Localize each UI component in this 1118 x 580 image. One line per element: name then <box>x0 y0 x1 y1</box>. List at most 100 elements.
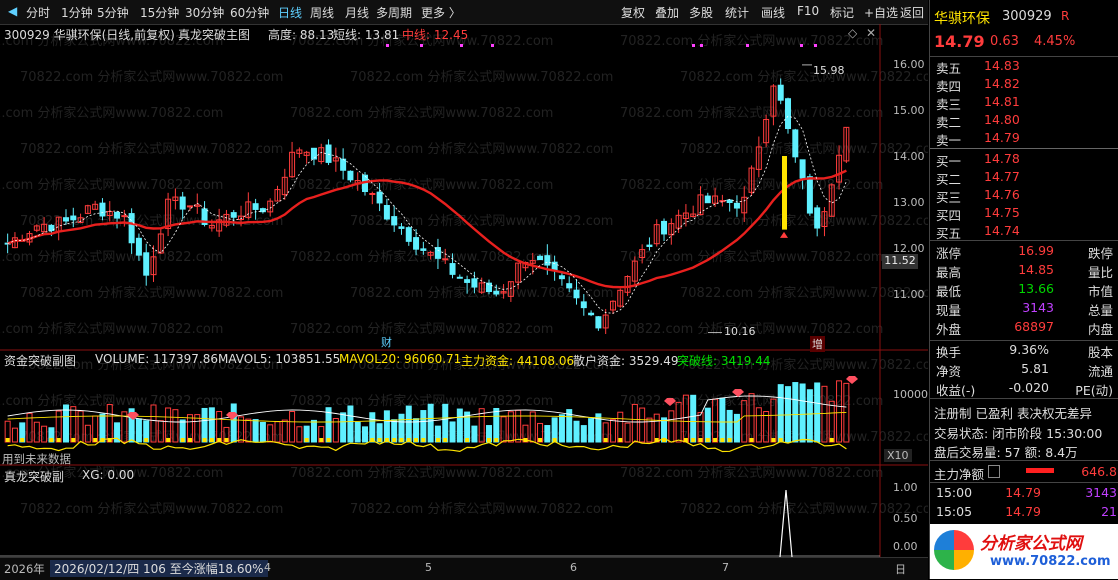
volume-bar <box>420 410 427 443</box>
collapse-arrow-icon[interactable]: ◀ <box>8 4 17 18</box>
toolbar-button-5[interactable]: F10 <box>797 4 819 18</box>
candle-down <box>799 159 806 179</box>
volume-bar <box>777 384 784 443</box>
candle-down <box>646 244 653 247</box>
stock-tags: 注册制 已盈利 表决权无差异 <box>934 406 1092 421</box>
candle-down <box>340 158 347 171</box>
volume-bar <box>792 382 799 443</box>
candle-down <box>493 290 500 295</box>
stat2-value: 5.81 <box>1021 361 1049 376</box>
period-tab-4[interactable]: 30分钟 <box>185 4 224 21</box>
sub1-indicator-name[interactable]: 资金突破副图 <box>4 352 76 369</box>
toolbar-button-2[interactable]: 多股 <box>689 4 713 21</box>
period-tab-5[interactable]: 60分钟 <box>230 4 269 21</box>
sell-level-3[interactable]: 卖三 14.81 <box>930 94 1118 112</box>
volume-bar <box>836 380 843 443</box>
period-tab-8[interactable]: 月线 <box>345 4 369 21</box>
period-indicator[interactable]: 日 <box>895 561 906 577</box>
sub2-indicator-name[interactable]: 真龙突破副 <box>4 468 64 485</box>
buy-level-3[interactable]: 买三 14.76 <box>930 187 1118 205</box>
main-fund-value: 主力资金: 44108.06 <box>461 354 575 368</box>
sell-level-5[interactable]: 卖五 14.83 <box>930 58 1118 76</box>
candle-down <box>456 276 463 279</box>
toolbar-button-4[interactable]: 画线 <box>761 4 785 21</box>
main-fund-bar <box>603 438 608 442</box>
period-tab-6[interactable]: 日线 <box>278 4 302 21</box>
sell-level-2[interactable]: 卖二 14.80 <box>930 112 1118 130</box>
signal-dot <box>692 44 695 47</box>
stat-value: 13.66 <box>1018 281 1054 296</box>
sub2-axis-top: 1.00 <box>893 481 918 494</box>
period-tab-0[interactable]: 分时 <box>26 4 50 21</box>
stat-right-label: 市值 <box>1087 284 1113 299</box>
volume-bar <box>471 425 478 443</box>
period-tab-9[interactable]: 多周期 <box>376 4 412 21</box>
candle-down <box>230 212 237 218</box>
volume-bar <box>697 412 704 443</box>
volume-bar <box>828 400 835 443</box>
period-tab-1[interactable]: 1分钟 <box>61 4 93 21</box>
volume-bar <box>427 403 434 443</box>
finance-marker[interactable]: 财 <box>381 334 392 350</box>
buy-level-2[interactable]: 买二 14.77 <box>930 169 1118 187</box>
net-inflow-label: 主力净额 <box>934 467 985 482</box>
date-bar: 2026年 2026/02/12/四 106 至今涨幅18.60% 4 5 6 … <box>0 557 928 580</box>
signal-dot <box>814 44 817 47</box>
stat-row: 最高 14.85 量比 <box>930 262 1118 280</box>
toolbar-button-7[interactable]: +自选 <box>864 4 898 21</box>
kline-chart[interactable] <box>0 24 928 557</box>
period-tab-3[interactable]: 15分钟 <box>140 4 179 21</box>
tick-row: 15:05 14.79 21 <box>930 504 1118 522</box>
retail-fund-value: 散户资金: 3529.49 <box>573 354 679 368</box>
toolbar-button-3[interactable]: 统计 <box>725 4 749 21</box>
candle-down <box>325 144 332 163</box>
volume-bar <box>347 405 354 443</box>
volume-bar <box>515 409 522 443</box>
candle-down <box>135 237 142 256</box>
volume-bar <box>259 421 266 443</box>
volume-bar <box>41 425 48 443</box>
toolbar-button-6[interactable]: 标记 <box>830 4 854 21</box>
volume-bar <box>682 394 689 443</box>
period-toolbar: ◀ 分时 1分钟 5分钟 15分钟 30分钟 60分钟 日线 周线 月线 多周期 更多 〉 复权 叠加 多股… <box>0 0 928 25</box>
candle-down <box>383 205 390 220</box>
price-change: 0.63 <box>990 34 1019 49</box>
period-tab-10[interactable]: 更多 〉 <box>421 4 461 21</box>
logo-area: 分析家公式网 www.70822.com <box>930 524 1118 579</box>
toolbar-button-0[interactable]: 复权 <box>621 4 645 21</box>
net-inflow-bar <box>1026 468 1054 473</box>
candle-down <box>252 203 259 210</box>
candle-down <box>704 195 711 204</box>
candle-down <box>814 207 821 229</box>
toolbar-button-8[interactable]: 返回 <box>900 4 924 21</box>
increase-marker[interactable]: 增 <box>810 336 825 352</box>
volume-bar <box>55 410 62 443</box>
last-price: 14.79 <box>934 32 985 51</box>
sell-level-1[interactable]: 卖一 14.79 <box>930 130 1118 148</box>
period-tab-2[interactable]: 5分钟 <box>97 4 129 21</box>
year-label: 2026年 <box>4 562 45 576</box>
stat-label: 最低 <box>936 284 962 299</box>
buy-level-1[interactable]: 买一 14.78 <box>930 151 1118 169</box>
volume-bar <box>631 403 638 443</box>
gem-icon <box>846 376 858 384</box>
buy-level-5[interactable]: 买五 14.74 <box>930 223 1118 241</box>
buy-level-4[interactable]: 买四 14.75 <box>930 205 1118 223</box>
volume-bar <box>609 419 616 443</box>
stat-label: 外盘 <box>936 322 962 337</box>
volume-bar <box>500 416 507 443</box>
volume-bar <box>11 427 18 443</box>
stat-value: 3143 <box>1022 300 1054 315</box>
main-fund-bar <box>304 438 309 442</box>
sell-level-4[interactable]: 卖四 14.82 <box>930 76 1118 94</box>
candle-down <box>595 316 602 329</box>
list-icon[interactable] <box>988 465 1000 478</box>
period-tab-7[interactable]: 周线 <box>310 4 334 21</box>
sell-label: 卖三 <box>936 97 962 112</box>
sub1-unit: X10 <box>884 449 912 462</box>
stat-value: 68897 <box>1014 319 1054 334</box>
sell-price: 14.79 <box>984 130 1020 145</box>
candle-down <box>544 255 551 266</box>
toolbar-button-1[interactable]: 叠加 <box>655 4 679 21</box>
volume-bar <box>704 407 711 443</box>
